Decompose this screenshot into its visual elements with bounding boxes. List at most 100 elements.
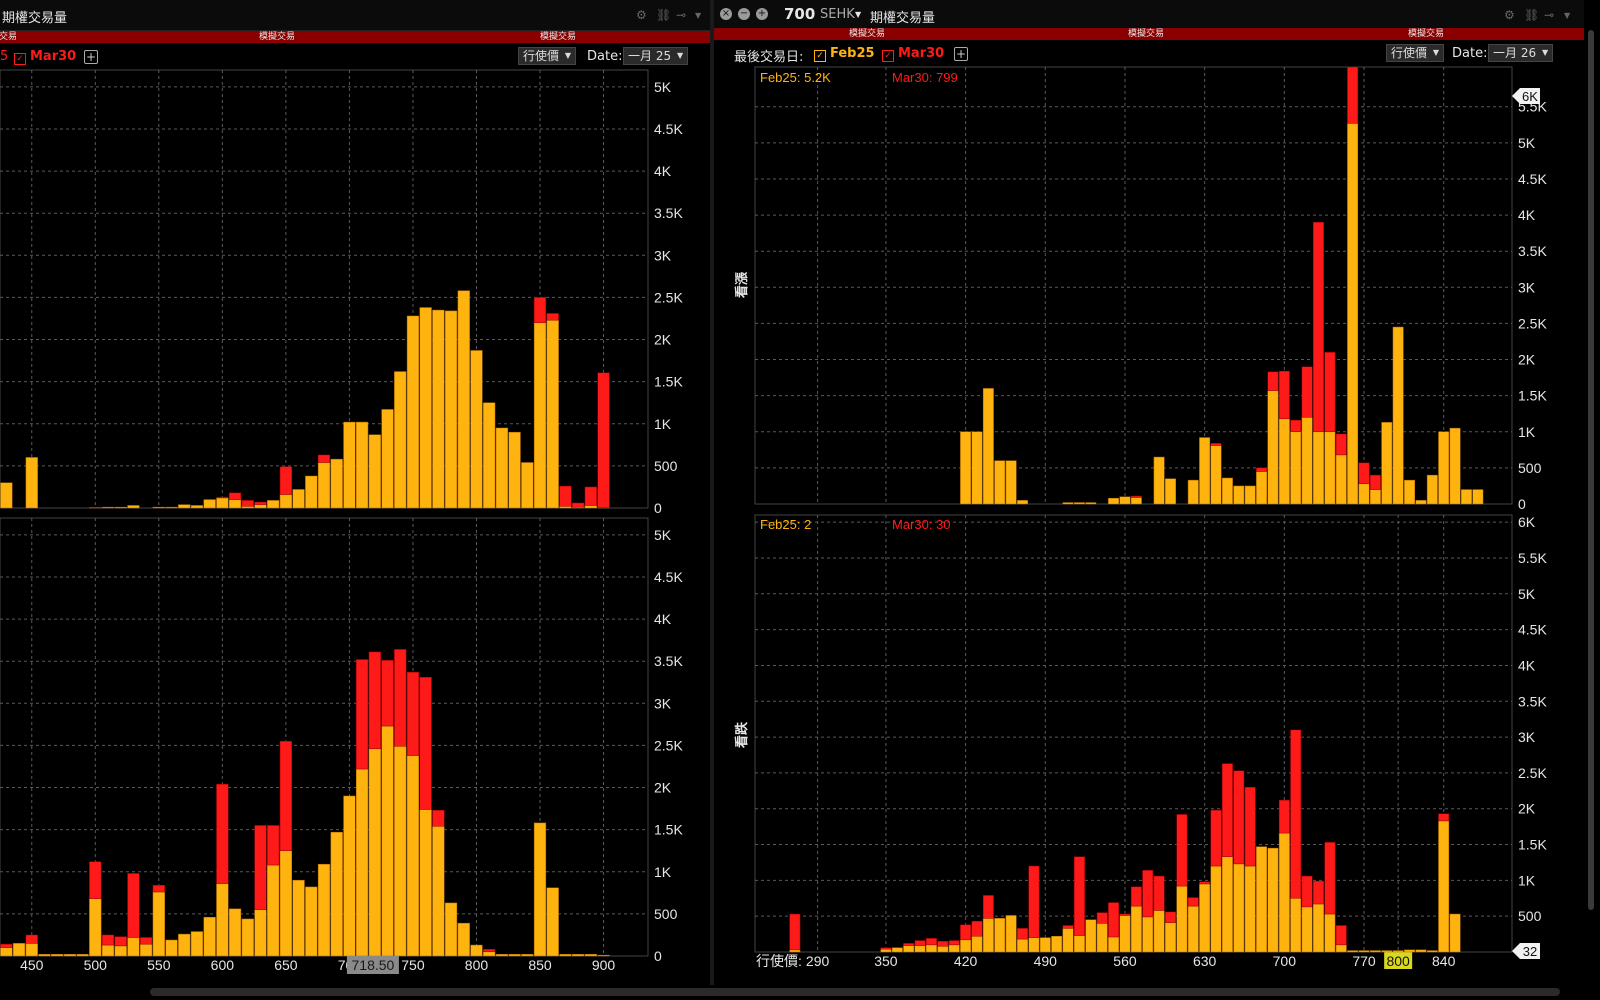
bar-feb25	[1062, 502, 1074, 505]
bar-feb25	[880, 948, 892, 953]
y-tick-label: 3K	[654, 695, 672, 711]
bar-feb25	[521, 954, 534, 957]
bar-mar30	[1267, 371, 1279, 391]
bar-feb25	[1358, 950, 1370, 953]
y-tick-label: 5K	[1518, 135, 1536, 151]
y-tick-label: 0	[654, 948, 662, 964]
bar-mar30	[1221, 763, 1233, 857]
y-tick-label: 6K	[1518, 514, 1536, 530]
bar-feb25	[152, 891, 165, 957]
bar-feb25	[1233, 485, 1245, 505]
bar-feb25	[1096, 923, 1108, 953]
bar-feb25	[267, 500, 280, 509]
bar-mar30	[394, 649, 407, 747]
y-tick-label: 2K	[1518, 801, 1536, 817]
y-tick-label: 5K	[654, 79, 672, 95]
bar-mar30	[1017, 928, 1028, 940]
x-tick-label: 560	[1113, 953, 1137, 969]
bar-feb25	[1039, 937, 1051, 953]
bar-feb25	[1301, 417, 1313, 505]
y-tick-label: 5K	[654, 527, 672, 543]
bar-mar30	[937, 941, 949, 947]
bar-feb25	[38, 954, 51, 957]
bar-feb25	[1108, 497, 1120, 505]
bar-feb25	[63, 954, 76, 957]
y-tick-label: 1.5K	[1518, 388, 1547, 404]
vertical-scrollbar[interactable]	[1588, 30, 1594, 910]
bar-feb25	[1426, 950, 1438, 953]
bar-mar30	[1176, 814, 1188, 887]
bar-mar30	[1244, 786, 1256, 867]
y-tick-label: 0	[1518, 496, 1526, 512]
bar-feb25	[1381, 422, 1393, 505]
x-tick-label: 800	[465, 957, 489, 973]
bar-feb25	[241, 918, 254, 957]
left-charts[interactable]: 0 500 1K 1.5K 2K 2.5K 3K 3.5K 4K 4.5K 5K 0 500 1K 1.5K…	[0, 0, 710, 985]
y-tick-label: 5.5K	[1518, 550, 1547, 566]
bar-feb25	[1324, 913, 1336, 953]
y-tick-label: 4K	[654, 163, 672, 179]
y-tick-label: 1.5K	[654, 374, 683, 390]
bar-feb25	[508, 431, 521, 509]
bar-feb25	[1085, 502, 1097, 505]
bar-feb25	[1461, 489, 1472, 505]
bar-feb25	[1017, 938, 1028, 953]
bar-mar30	[1313, 222, 1324, 433]
bar-feb25	[25, 943, 38, 957]
bar-feb25	[216, 883, 229, 957]
bar-mar30	[1199, 881, 1211, 885]
x-tick-label: 840	[1432, 953, 1456, 969]
y-tick-label: 4.5K	[654, 569, 683, 585]
bar-feb25	[1256, 471, 1268, 505]
y-tick-label: 3.5K	[654, 653, 683, 669]
bar-feb25	[891, 947, 903, 953]
x-tick-label: 700	[1273, 953, 1297, 969]
bar-feb25	[368, 434, 381, 509]
bar-feb25	[152, 506, 165, 509]
bar-feb25	[114, 506, 127, 509]
bar-feb25	[483, 402, 496, 509]
bar-mar30	[368, 651, 381, 750]
bar-mar30	[1233, 770, 1245, 865]
bar-mar30	[101, 934, 115, 946]
bar-feb25	[190, 931, 204, 957]
bar-mar30	[533, 297, 547, 323]
bar-feb25	[971, 431, 983, 505]
bar-feb25	[982, 388, 994, 505]
bar-feb25	[1415, 949, 1427, 953]
bar-feb25	[1438, 820, 1450, 953]
bar-feb25	[1324, 431, 1336, 505]
bar-feb25	[292, 489, 305, 509]
bar-feb25	[76, 954, 89, 957]
bar-feb25	[1449, 427, 1461, 505]
bar-mar30	[0, 943, 13, 948]
bar-feb25	[178, 933, 191, 957]
bar-feb25	[457, 922, 470, 957]
y-tick-label: 1K	[654, 864, 672, 880]
bar-mar30	[1210, 809, 1222, 867]
bar-feb25	[190, 505, 204, 509]
y-tick-label: 3.5K	[654, 205, 683, 221]
bar-mar30	[1187, 897, 1199, 907]
bar-mar30	[406, 671, 420, 756]
bar-feb25	[1142, 916, 1154, 953]
horizontal-scrollbar[interactable]	[150, 988, 1560, 996]
bar-feb25	[1449, 913, 1461, 953]
bar-feb25	[228, 499, 242, 509]
y-tick-label: 4K	[1518, 657, 1536, 673]
bar-mar30	[1438, 813, 1450, 822]
bar-mar30	[789, 913, 801, 951]
bar-feb25	[254, 504, 267, 509]
bar-feb25	[114, 945, 127, 957]
bar-feb25	[1153, 456, 1165, 505]
bar-mar30	[1165, 911, 1176, 923]
bar-feb25	[1244, 485, 1256, 505]
x-axis-title: 行使價:	[756, 953, 802, 969]
y-tick-label: 4K	[1518, 207, 1536, 223]
bar-feb25	[317, 863, 331, 957]
y-tick-label: 1K	[654, 416, 672, 432]
bar-feb25	[1278, 418, 1290, 505]
right-charts[interactable]: 05001K1.5K2K2.5K3K3.5K4K4.5K5K5.5K05001K…	[714, 0, 1584, 985]
bar-mar30	[279, 740, 292, 851]
bar-mar30	[140, 937, 153, 945]
